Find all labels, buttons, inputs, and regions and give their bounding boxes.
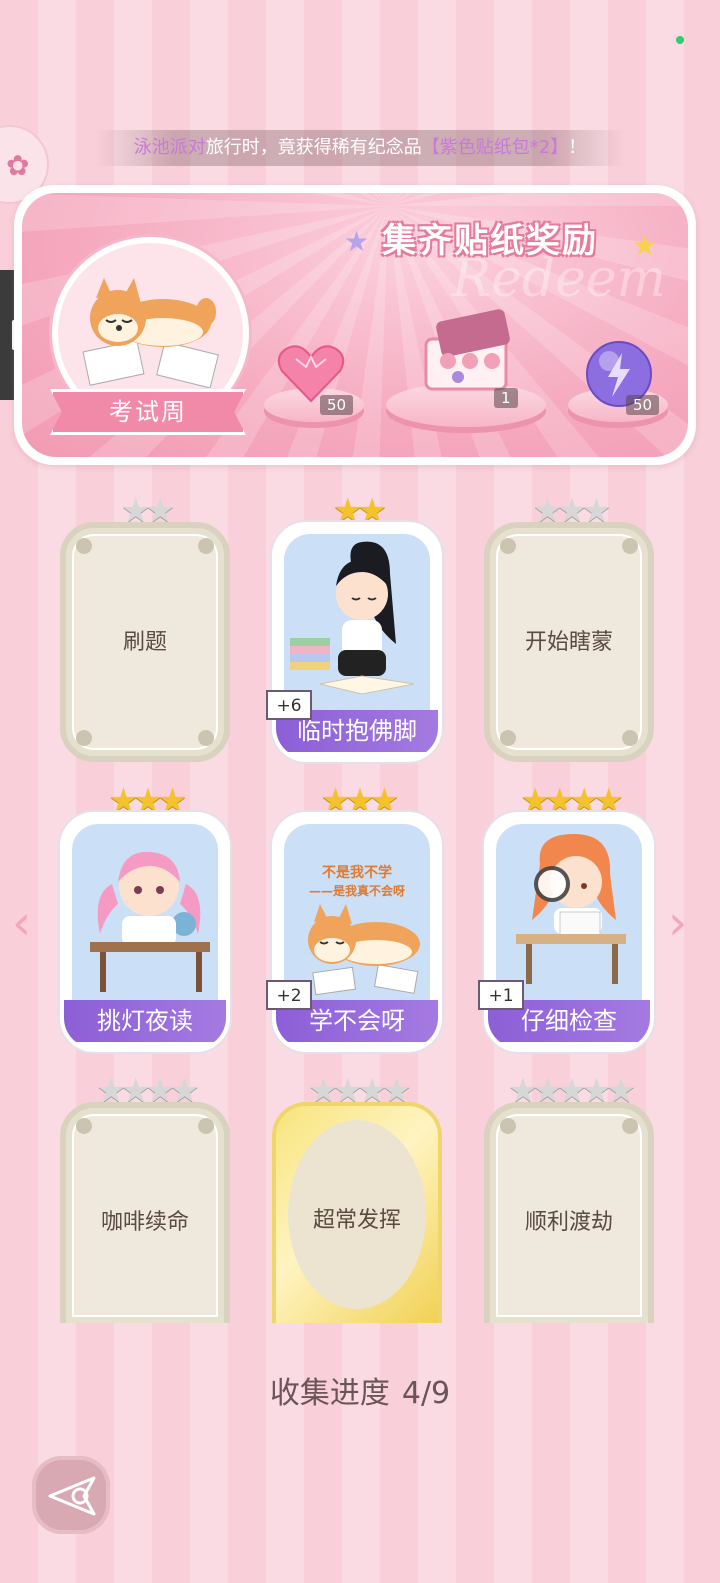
next-page-arrow-icon[interactable]: › [668, 895, 687, 951]
shiba-dog-icon [82, 278, 219, 388]
menu-icon: ✿ [6, 149, 30, 182]
notice-highlight-item: 【紫色贴纸包*2】 [421, 137, 569, 158]
reward-count: 50 [320, 395, 354, 415]
prev-page-arrow-icon[interactable]: ‹ [12, 895, 31, 951]
notice-bar: 泳池派对旅行时，竟获得稀有纪念品【紫色贴纸包*2】！ [95, 130, 625, 166]
reward-count: 1 [494, 388, 518, 408]
sticker-card[interactable]: ★★★★ 超常发挥 [272, 1074, 442, 1342]
banner-title: 集齐贴纸奖励 [382, 221, 598, 261]
back-button[interactable] [32, 1456, 110, 1534]
status-dot [676, 36, 684, 44]
sticker-card[interactable]: ★★★★ 仔细检查 +1 [478, 784, 654, 1052]
sticker-label: 刷题 [122, 630, 167, 655]
progress-label: 收集进度 [269, 1376, 390, 1411]
sticker-card[interactable]: ★★★ 挑灯夜读 [60, 784, 230, 1052]
purple-star-icon: ★ [344, 225, 370, 258]
reward-count: 50 [626, 395, 660, 415]
sticker-label: 顺利渡劫 [524, 1210, 613, 1235]
duplicate-count-badge: +2 [266, 980, 312, 1010]
sticker-card[interactable]: ★★★★ 咖啡续命 [60, 1074, 230, 1342]
back-arrow-icon [48, 1476, 96, 1516]
theme-label: 考试周 [50, 389, 246, 435]
sticker-card[interactable]: ★★★★★ 顺利渡劫 [484, 1074, 654, 1342]
reward-banner: Redeem ★ ★ 集齐贴纸奖励 考试周 50 1 50 [14, 185, 696, 465]
sticker-label: 开始瞎蒙 [524, 630, 613, 655]
sticker-card[interactable]: ★★ 临时抱佛脚 +6 [266, 494, 442, 762]
sticker-label: 挑灯夜读 [64, 1000, 226, 1042]
notice-text: 旅行时，竟获得稀有纪念品 [205, 137, 422, 158]
sticker-label: 咖啡续命 [100, 1210, 189, 1235]
notice-end: ！ [568, 137, 587, 158]
sticker-art-caption: 不是我不学 [322, 865, 392, 881]
sticker-card[interactable]: ★★ 刷题 [60, 494, 230, 762]
notice-highlight-location: 泳池派对 [133, 137, 206, 158]
progress-value: 4/9 [401, 1376, 451, 1411]
sticker-art-caption: ——是我真不会呀 [308, 884, 405, 898]
duplicate-count-badge: +1 [478, 980, 524, 1010]
sticker-card[interactable]: ★★★ 不是我不学 ——是我真不会呀 学不会呀 +2 [266, 784, 442, 1052]
sticker-label: 超常发挥 [312, 1208, 401, 1233]
collection-progress: 收集进度 4/9 [0, 1368, 720, 1412]
sticker-card[interactable]: ★★★ 开始瞎蒙 [484, 494, 654, 762]
duplicate-count-badge: +6 [266, 690, 312, 720]
gold-star-icon: ★ [632, 229, 658, 262]
